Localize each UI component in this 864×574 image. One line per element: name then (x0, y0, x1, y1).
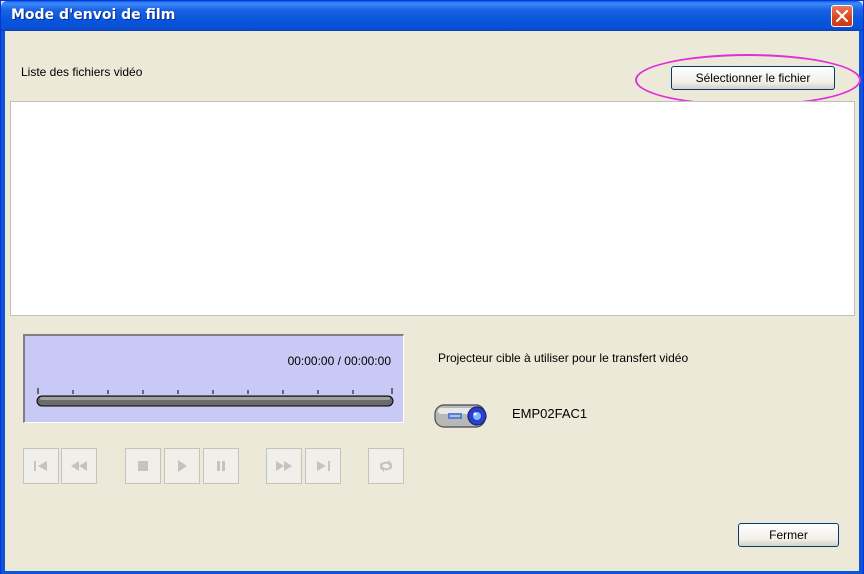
stop-button[interactable] (125, 448, 161, 484)
pause-icon (217, 461, 225, 471)
close-dialog-button[interactable]: Fermer (738, 523, 839, 547)
dialog-window: Mode d'envoi de film Liste des fichiers … (0, 0, 864, 574)
projector-name[interactable]: EMP02FAC1 (512, 406, 587, 421)
fast-forward-icon (276, 461, 292, 471)
time-display: 00:00:00 / 00:00:00 (287, 354, 391, 368)
window-title: Mode d'envoi de film (11, 7, 176, 23)
projector-icon (434, 404, 487, 428)
play-icon (178, 460, 187, 472)
repeat-button[interactable] (368, 448, 404, 484)
skip-forward-icon (317, 461, 330, 471)
skip-back-icon (34, 461, 47, 471)
video-file-list[interactable] (10, 101, 855, 316)
window-frame-right (859, 31, 863, 571)
target-projector-label: Projecteur cible à utiliser pour le tran… (438, 351, 689, 365)
timeline-slider[interactable] (35, 386, 395, 410)
rewind-icon (71, 461, 87, 471)
highlight-annotation (635, 54, 861, 106)
window-frame-left (1, 31, 5, 571)
player-panel: 00:00:00 / 00:00:00 (23, 334, 404, 423)
fast-forward-button[interactable] (266, 448, 302, 484)
stop-icon (138, 461, 148, 471)
file-list-label: Liste des fichiers vidéo (21, 65, 143, 79)
play-button[interactable] (164, 448, 200, 484)
close-window-button[interactable] (831, 5, 853, 27)
rewind-button[interactable] (61, 448, 97, 484)
title-bar[interactable]: Mode d'envoi de film (1, 1, 863, 31)
skip-to-end-button[interactable] (305, 448, 341, 484)
pause-button[interactable] (203, 448, 239, 484)
close-icon (836, 10, 848, 22)
timeline-ticks (37, 388, 393, 394)
repeat-icon (380, 460, 392, 472)
skip-to-start-button[interactable] (23, 448, 59, 484)
